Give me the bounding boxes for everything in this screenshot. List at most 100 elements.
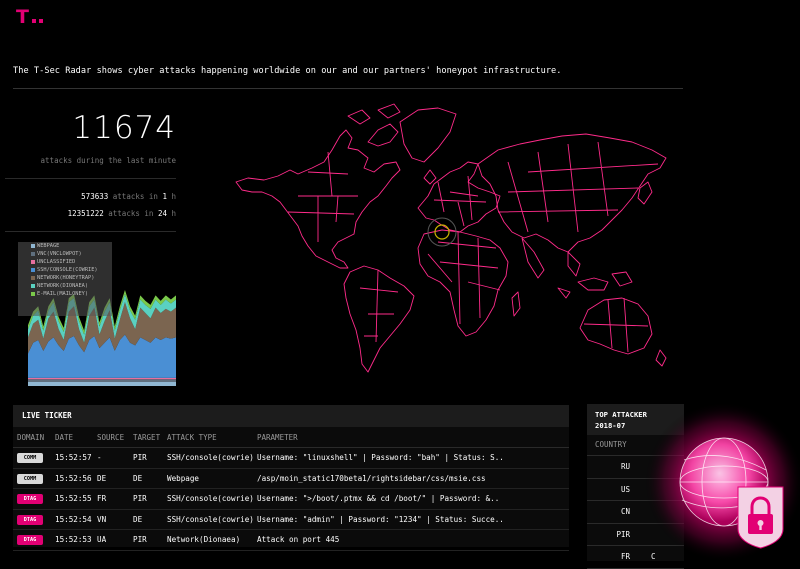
domain-badge: DTAG	[17, 494, 43, 505]
header-divider	[13, 88, 683, 89]
ticker-row[interactable]: COMM 15:52:57 - PIR SSH/console(cowrie) …	[13, 448, 569, 469]
chart-series-unclassified	[28, 377, 176, 380]
europe-outline	[417, 161, 501, 233]
legend-swatch	[31, 292, 35, 296]
column-target: TARGET	[133, 432, 161, 442]
legend-swatch	[31, 260, 35, 264]
column-parameter: PARAMETER	[257, 432, 298, 442]
ticker-parameter: Attack on port 445	[257, 535, 340, 545]
legend-swatch	[31, 276, 35, 280]
live-ticker-title: LIVE TICKER	[13, 405, 569, 427]
attacks-day-count: 12351222	[67, 209, 104, 218]
ticker-target: DE	[133, 473, 143, 483]
attacks-day-label: attacks in	[108, 209, 154, 218]
logo-dot	[38, 19, 43, 23]
attacks-hour-stat: 573633 attacks in 1 h	[81, 192, 176, 201]
ticker-row[interactable]: COMM 15:52:56 DE DE Webpage /asp/moin_st…	[13, 469, 569, 489]
southeast-asia-islands	[557, 271, 633, 299]
legend-label: WEBPAGE	[37, 243, 60, 249]
attacks-hour-label: attacks in	[112, 192, 158, 201]
ticker-attack-type: SSH/console(cowrie)	[167, 453, 254, 463]
ticker-target: PIR	[133, 535, 147, 545]
ticker-source: DE	[97, 473, 107, 483]
attacks-hour-unit: h	[171, 192, 176, 201]
ticker-source: -	[97, 453, 102, 463]
attacks-day-value: 24	[157, 209, 167, 218]
greenland-outline	[399, 107, 457, 163]
column-attack-type: ATTACK TYPE	[167, 432, 217, 442]
legend-label: SSH/CONSOLE(COWRIE)	[37, 267, 98, 273]
legend-item[interactable]: WEBPAGE	[18, 242, 112, 250]
ticker-row[interactable]: DTAG 15:52:53 UA PIR Network(Dionaea) At…	[13, 530, 569, 551]
ticker-target: PIR	[133, 453, 147, 463]
ticker-target: DE	[133, 514, 143, 524]
ticker-row[interactable]: DTAG 15:52:54 VN DE SSH/console(cowrie) …	[13, 510, 569, 530]
ticker-source: FR	[97, 494, 107, 504]
ticker-date: 15:52:54	[55, 514, 92, 524]
ticker-target: PIR	[133, 494, 147, 504]
lock-icon[interactable]	[736, 483, 785, 549]
ticker-attack-type: Webpage	[167, 473, 200, 483]
legend-swatch	[31, 244, 35, 248]
ticker-source: VN	[97, 514, 107, 524]
attacks-day-unit: h	[171, 209, 176, 218]
telekom-logo[interactable]: T	[16, 8, 43, 27]
legend-item[interactable]: VNC(VNCLOWPOT)	[18, 250, 112, 258]
ticker-attack-type: SSH/console(cowrie)	[167, 514, 254, 524]
legend-label: E-MAIL(MAILONEY)	[37, 291, 89, 297]
asia-outline	[477, 133, 667, 279]
column-date: DATE	[55, 432, 74, 442]
attacks-last-minute-caption: attacks during the last minute	[40, 156, 176, 165]
legend-label: UNCLASSIFIED	[37, 259, 76, 265]
legend-item[interactable]: SSH/CONSOLE(COWRIE)	[18, 266, 112, 274]
logo-t: T	[16, 6, 29, 28]
chart-legend: WEBPAGE VNC(VNCLOWPOT) UNCLASSIFIED SSH/CON…	[18, 242, 112, 316]
ticker-date: 15:52:55	[55, 494, 92, 504]
chart-series-vnc-vnclowpot-	[28, 379, 176, 382]
country-code: FR	[620, 552, 630, 561]
ticker-parameter: /asp/moin_static170beta1/rightsidebar/cs…	[257, 473, 486, 483]
attacks-last-minute-count: 11674	[72, 110, 176, 146]
ticker-header-row: DOMAIN DATE SOURCE TARGET ATTACK TYPE PA…	[13, 427, 569, 448]
stats-divider	[5, 231, 176, 232]
country-code: RU	[620, 462, 630, 471]
attacks-hour-value: 1	[162, 192, 167, 201]
ticker-date: 15:52:53	[55, 535, 92, 545]
legend-label: VNC(VNCLOWPOT)	[37, 251, 82, 257]
column-domain: DOMAIN	[17, 432, 45, 442]
legend-item[interactable]: NETWORK(HONEYTRAP)	[18, 274, 112, 282]
legend-label: NETWORK(DIONAEA)	[37, 283, 89, 289]
domain-badge: COMM	[17, 473, 43, 484]
ticker-source: UA	[97, 535, 107, 545]
legend-item[interactable]: NETWORK(DIONAEA)	[18, 282, 112, 290]
country-code: CN	[620, 507, 630, 516]
ticker-row[interactable]: DTAG 15:52:55 FR PIR SSH/console(cowrie)…	[13, 489, 569, 510]
ticker-parameter: Username: "admin" | Password: "1234" | S…	[257, 514, 504, 524]
legend-swatch	[31, 284, 35, 288]
legend-swatch	[31, 252, 35, 256]
chart-series-webpage	[28, 381, 176, 386]
domain-badge: DTAG	[17, 535, 43, 546]
south-america-outline	[343, 265, 415, 373]
legend-item[interactable]: E-MAIL(MAILONEY)	[18, 290, 112, 298]
legend-label: NETWORK(HONEYTRAP)	[37, 275, 95, 281]
ticker-attack-type: SSH/console(cowrie)	[167, 494, 254, 504]
intro-text: The T-Sec Radar shows cyber attacks happ…	[13, 66, 562, 76]
country-code: PIR	[616, 529, 630, 539]
domain-badge: DTAG	[17, 514, 43, 525]
legend-swatch	[31, 268, 35, 272]
africa-outline	[417, 229, 521, 337]
legend-item[interactable]: UNCLASSIFIED	[18, 258, 112, 266]
world-map[interactable]	[228, 92, 676, 382]
ticker-parameter: Username: ">/boot/.ptmx && cd /boot/" | …	[257, 494, 500, 504]
ticker-parameter: Username: "linuxshell" | Password: "bah"…	[257, 453, 504, 463]
ticker-attack-type: Network(Dionaea)	[167, 535, 241, 545]
logo-dot	[31, 19, 36, 23]
stats-divider	[5, 178, 176, 179]
north-america-outline	[235, 103, 401, 269]
live-ticker-panel: LIVE TICKER DOMAIN DATE SOURCE TARGET AT…	[13, 405, 569, 551]
ticker-date: 15:52:56	[55, 473, 92, 483]
attacks-hour-count: 573633	[81, 192, 109, 201]
country-code: US	[620, 484, 630, 494]
ticker-date: 15:52:57	[55, 453, 92, 463]
